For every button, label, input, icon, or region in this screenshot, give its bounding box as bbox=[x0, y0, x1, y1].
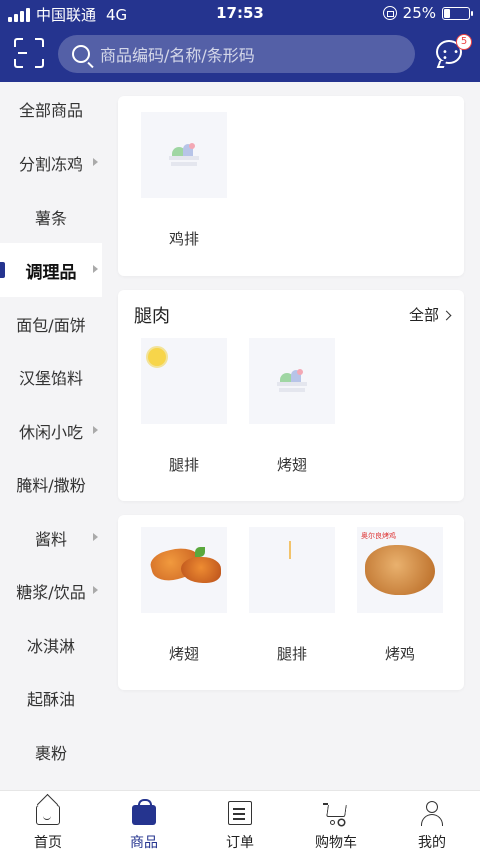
product-image: 奥尔良烤鸡 bbox=[357, 527, 443, 613]
product-item[interactable]: 腿排 bbox=[238, 527, 346, 664]
sidebar-item-sauce[interactable]: 酱料 bbox=[0, 511, 102, 565]
product-section-leg-meat: 腿肉 全部 腿排 烤翅 bbox=[118, 290, 464, 501]
product-name: 腿排 bbox=[276, 645, 307, 663]
tab-orders[interactable]: 订单 bbox=[192, 791, 288, 853]
image-placeholder-icon bbox=[169, 142, 199, 168]
message-button[interactable]: • • • 5 bbox=[436, 34, 472, 68]
tab-products[interactable]: 商品 bbox=[96, 791, 192, 853]
scan-button[interactable] bbox=[14, 38, 44, 68]
sidebar-item-label: 起酥油 bbox=[26, 690, 75, 709]
product-section: 烤翅 腿排 奥尔良烤鸡 烤鸡 bbox=[118, 515, 464, 690]
caret-right-icon bbox=[93, 426, 98, 434]
product-item[interactable]: 鸡排 bbox=[130, 112, 238, 249]
product-item[interactable]: 腿排 bbox=[130, 338, 238, 475]
status-bar: 中国联通 4G 17:53 25% bbox=[0, 0, 480, 28]
profile-icon bbox=[420, 801, 444, 826]
image-placeholder-icon bbox=[277, 368, 307, 394]
sidebar-item-label: 分割冻鸡 bbox=[18, 155, 83, 174]
caret-right-icon bbox=[93, 533, 98, 541]
tab-label: 商品 bbox=[130, 835, 158, 851]
product-item[interactable]: 烤翅 bbox=[238, 338, 346, 475]
view-all-label: 全部 bbox=[408, 306, 439, 324]
active-marker bbox=[0, 262, 5, 278]
sidebar-item-fries[interactable]: 薯条 bbox=[0, 190, 102, 244]
sidebar-item-prepared[interactable]: 调理品 bbox=[0, 243, 102, 297]
sidebar-item-frozen-chicken[interactable]: 分割冻鸡 bbox=[0, 136, 102, 190]
sidebar-item-snacks[interactable]: 休闲小吃 bbox=[0, 404, 102, 458]
section-title: 腿肉 bbox=[134, 306, 170, 327]
search-input[interactable]: 商品编码/名称/条形码 bbox=[58, 35, 415, 73]
image-caption: 奥尔良烤鸡 bbox=[361, 532, 396, 540]
tab-label: 首页 bbox=[34, 835, 62, 851]
tab-home[interactable]: 首页 bbox=[0, 791, 96, 853]
orientation-lock-icon bbox=[382, 6, 397, 20]
search-icon bbox=[72, 45, 90, 63]
product-image bbox=[249, 527, 335, 613]
sidebar-item-label: 裹粉 bbox=[34, 744, 67, 763]
sidebar-item-ice-cream[interactable]: 冰淇淋 bbox=[0, 618, 102, 672]
sidebar-item-label: 冰淇淋 bbox=[26, 637, 75, 656]
search-placeholder: 商品编码/名称/条形码 bbox=[100, 46, 255, 65]
caret-right-icon bbox=[93, 586, 98, 594]
sidebar-item-label: 薯条 bbox=[34, 209, 67, 228]
sidebar-item-label: 调理品 bbox=[25, 262, 77, 283]
battery-icon bbox=[442, 6, 473, 20]
tab-label: 购物车 bbox=[315, 835, 357, 851]
sidebar-item-syrup[interactable]: 糖浆/饮品 bbox=[0, 564, 102, 618]
sidebar-item-bread[interactable]: 面包/面饼 bbox=[0, 297, 102, 351]
battery-percent: 25% bbox=[402, 4, 436, 22]
top-header: 中国联通 4G 17:53 25% 商品编码/名称/条形码 • • • 5 bbox=[0, 0, 480, 82]
sidebar-item-label: 面包/面饼 bbox=[16, 316, 86, 335]
chevron-right-icon bbox=[441, 310, 452, 321]
product-image bbox=[141, 338, 227, 424]
category-sidebar: 全部商品 分割冻鸡 薯条 调理品 面包/面饼 汉堡馅料 休闲小吃 腌料/撒粉 酱… bbox=[0, 82, 102, 790]
tab-cart[interactable]: 购物车 bbox=[288, 791, 384, 853]
product-name: 烤鸡 bbox=[384, 645, 415, 663]
bag-icon bbox=[132, 799, 156, 825]
scan-icon bbox=[18, 52, 27, 54]
tab-profile[interactable]: 我的 bbox=[384, 791, 480, 853]
product-item[interactable]: 烤翅 bbox=[130, 527, 238, 664]
sidebar-item-label: 糖浆/饮品 bbox=[16, 583, 86, 602]
sidebar-item-breading[interactable]: 裹粉 bbox=[0, 725, 102, 779]
product-item[interactable]: 奥尔良烤鸡 烤鸡 bbox=[346, 527, 454, 664]
product-name: 腿排 bbox=[168, 456, 199, 474]
message-badge: 5 bbox=[456, 34, 472, 50]
product-image bbox=[141, 112, 227, 198]
sidebar-item-all[interactable]: 全部商品 bbox=[0, 82, 102, 136]
product-image bbox=[249, 338, 335, 424]
product-name: 鸡排 bbox=[168, 230, 199, 248]
product-name: 烤翅 bbox=[168, 645, 199, 663]
sidebar-item-label: 休闲小吃 bbox=[18, 423, 83, 442]
sidebar-item-marinade[interactable]: 腌料/撒粉 bbox=[0, 457, 102, 511]
product-image bbox=[141, 527, 227, 613]
view-all-link[interactable]: 全部 bbox=[408, 304, 452, 325]
caret-right-icon bbox=[93, 158, 98, 166]
sidebar-item-burger-filling[interactable]: 汉堡馅料 bbox=[0, 350, 102, 404]
product-content: 鸡排 腿肉 全部 腿排 烤翅 烤翅 腿排 奥尔良烤鸡 烤鸡 bbox=[102, 82, 480, 790]
tab-label: 订单 bbox=[226, 835, 254, 851]
caret-right-icon bbox=[93, 265, 98, 273]
sidebar-item-label: 汉堡馅料 bbox=[18, 369, 83, 388]
product-name: 烤翅 bbox=[276, 456, 307, 474]
tab-label: 我的 bbox=[418, 835, 446, 851]
bottom-tab-bar: 首页 商品 订单 购物车 我的 bbox=[0, 790, 480, 853]
cart-icon bbox=[323, 801, 348, 825]
order-icon bbox=[228, 801, 252, 825]
sidebar-item-label: 酱料 bbox=[34, 530, 67, 549]
product-section: 鸡排 bbox=[118, 96, 464, 276]
sidebar-item-shortening[interactable]: 起酥油 bbox=[0, 671, 102, 725]
home-icon bbox=[36, 805, 60, 825]
sidebar-item-label: 全部商品 bbox=[18, 101, 83, 120]
sidebar-item-label: 腌料/撒粉 bbox=[16, 476, 86, 495]
